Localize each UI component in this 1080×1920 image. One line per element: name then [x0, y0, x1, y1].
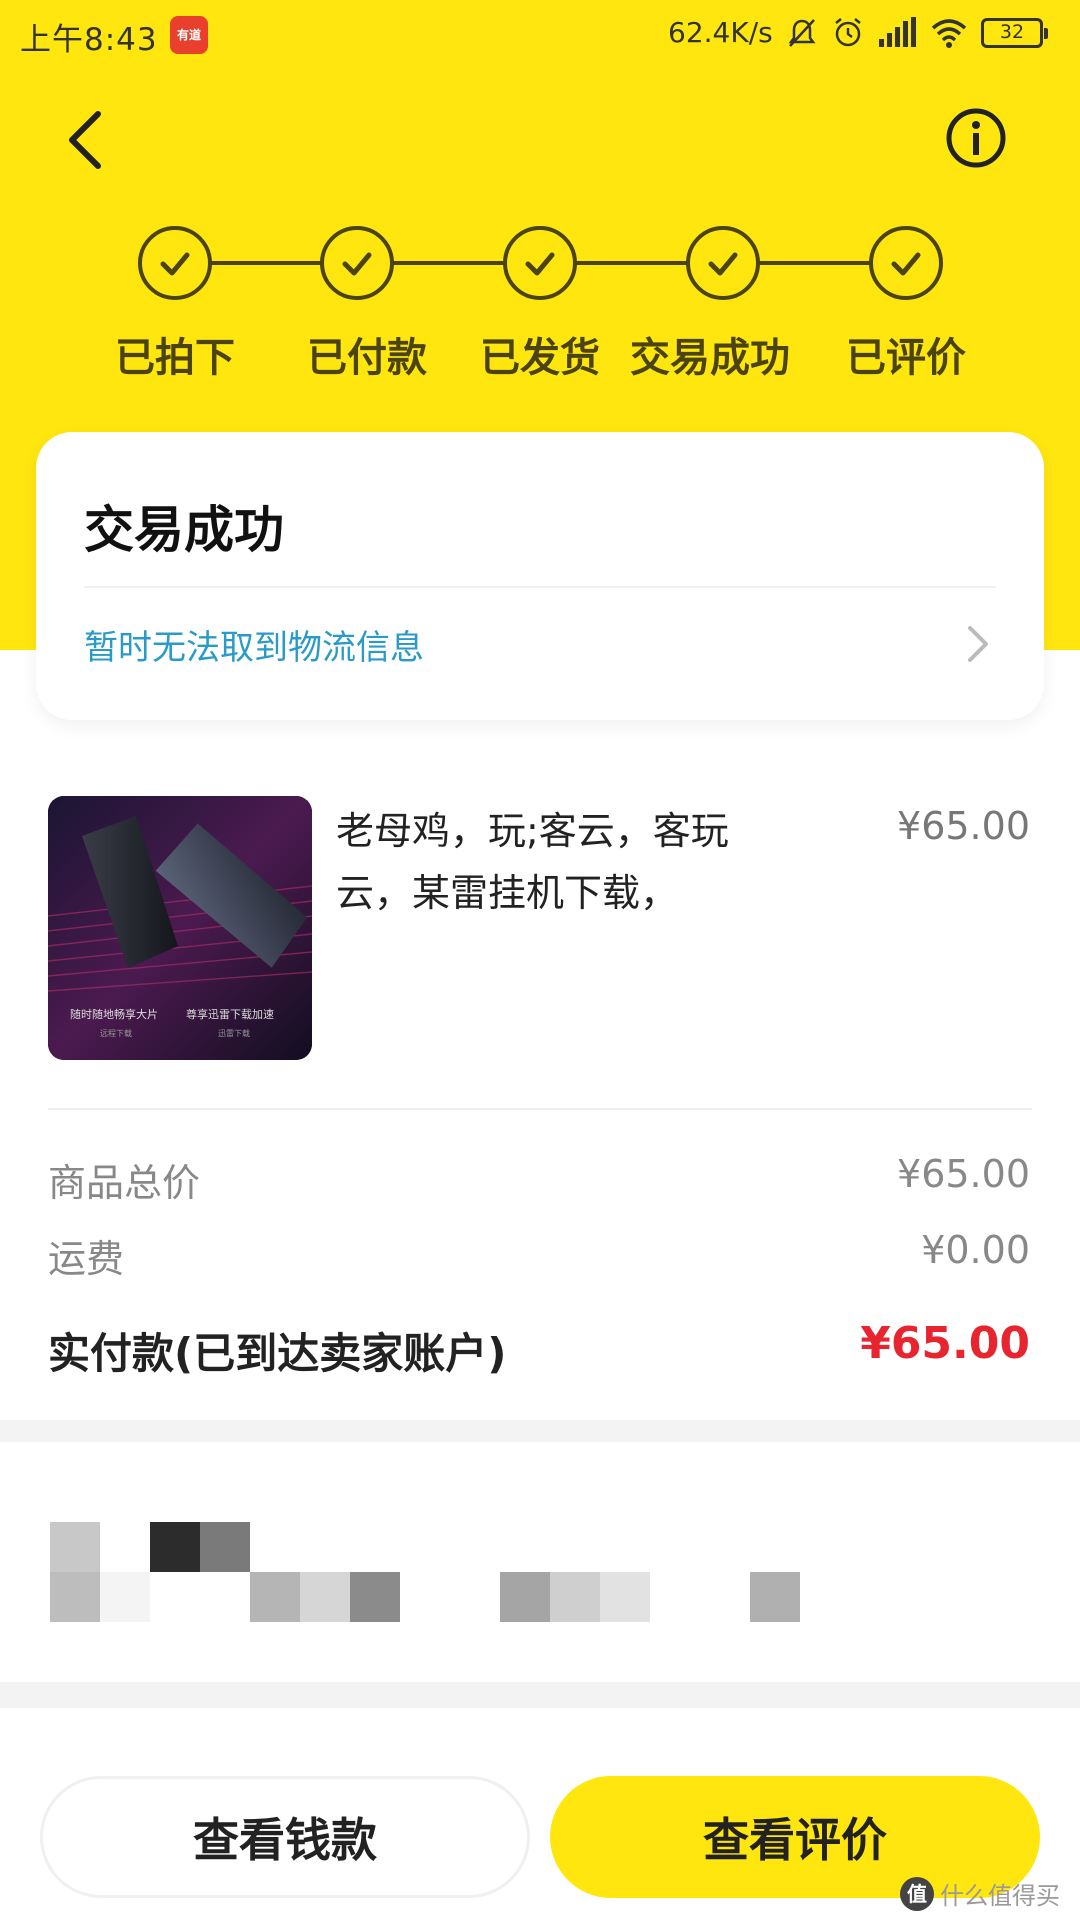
- status-icons: 32: [785, 16, 1048, 50]
- redacted-block: [200, 1522, 250, 1572]
- watermark: 值 什么值得买: [900, 1876, 1060, 1911]
- redacted-block: [350, 1572, 400, 1622]
- wifi-icon: [931, 19, 967, 48]
- step-label-paid: 已付款: [307, 335, 427, 381]
- step-1-check-icon: [138, 226, 212, 300]
- alarm-clock-icon: [835, 18, 861, 47]
- info-button[interactable]: [944, 106, 1008, 170]
- step-label-ordered: 已拍下: [115, 335, 235, 381]
- back-arrow-icon: [69, 111, 101, 169]
- order-status-title: 交易成功: [84, 501, 284, 559]
- back-button[interactable]: [58, 100, 118, 180]
- step-5-check-icon: [869, 226, 943, 300]
- divider: [84, 586, 996, 588]
- view-money-button[interactable]: 查看钱款: [40, 1776, 530, 1898]
- shipping-value: ¥0.00: [921, 1228, 1030, 1272]
- redacted-block: [600, 1572, 650, 1622]
- product-price: ¥65.00: [897, 804, 1030, 848]
- redacted-info-section: [0, 1442, 1080, 1682]
- info-icon: [946, 108, 1006, 168]
- redacted-block: [100, 1572, 150, 1622]
- redacted-block: [500, 1572, 550, 1622]
- battery-icon: 32: [981, 18, 1048, 48]
- step-3-check-icon: [503, 226, 577, 300]
- paid-amount-value: ¥65.00: [860, 1318, 1030, 1369]
- step-label-success: 交易成功: [630, 335, 790, 381]
- status-time: 上午8:43: [20, 22, 158, 58]
- watermark-text: 什么值得买: [940, 1882, 1060, 1910]
- subtotal-value: ¥65.00: [897, 1152, 1030, 1196]
- redacted-block: [150, 1522, 200, 1572]
- redacted-block: [300, 1572, 350, 1622]
- redacted-block: [250, 1572, 300, 1622]
- logistics-status-text: 暂时无法取到物流信息: [84, 628, 424, 668]
- status-bar: 上午8:43 有道 62.4K/s 32: [0, 0, 1080, 72]
- product-image-subcaption-left: 远程下载: [100, 1028, 132, 1038]
- product-image-caption-right: 尊享迅雷下载加速: [186, 1007, 274, 1021]
- step-2-check-icon: [320, 226, 394, 300]
- divider: [48, 1108, 1032, 1110]
- redacted-block: [550, 1572, 600, 1622]
- mute-bell-icon: [788, 19, 816, 47]
- order-status-card: 交易成功 暂时无法取到物流信息: [36, 432, 1044, 720]
- step-4-check-icon: [686, 226, 760, 300]
- product-thumbnail[interactable]: 随时随地畅享大片 尊享迅雷下载加速 远程下载 迅雷下载: [48, 796, 312, 1060]
- subtotal-label: 商品总价: [48, 1161, 201, 1205]
- signal-icon: [879, 17, 916, 47]
- redacted-block: [50, 1572, 100, 1622]
- product-image-caption-left: 随时随地畅享大片: [70, 1007, 158, 1021]
- watermark-logo-icon: 值: [900, 1876, 934, 1911]
- step-label-reviewed: 已评价: [846, 335, 966, 381]
- redacted-block: [50, 1522, 100, 1572]
- shipping-label: 运费: [48, 1237, 125, 1281]
- logistics-row[interactable]: 暂时无法取到物流信息: [36, 592, 1044, 702]
- chevron-right-icon: [968, 626, 988, 662]
- step-label-shipped: 已发货: [480, 335, 600, 381]
- product-image-subcaption-right: 迅雷下载: [218, 1028, 250, 1038]
- product-title[interactable]: 老母鸡，玩;客云，客玩云，某雷挂机下载，: [336, 800, 796, 924]
- redacted-block: [750, 1572, 800, 1622]
- app-notification-icon: 有道: [170, 16, 208, 54]
- paid-amount-label: 实付款(已到达卖家账户): [48, 1329, 507, 1378]
- network-speed: 62.4K/s: [668, 16, 773, 49]
